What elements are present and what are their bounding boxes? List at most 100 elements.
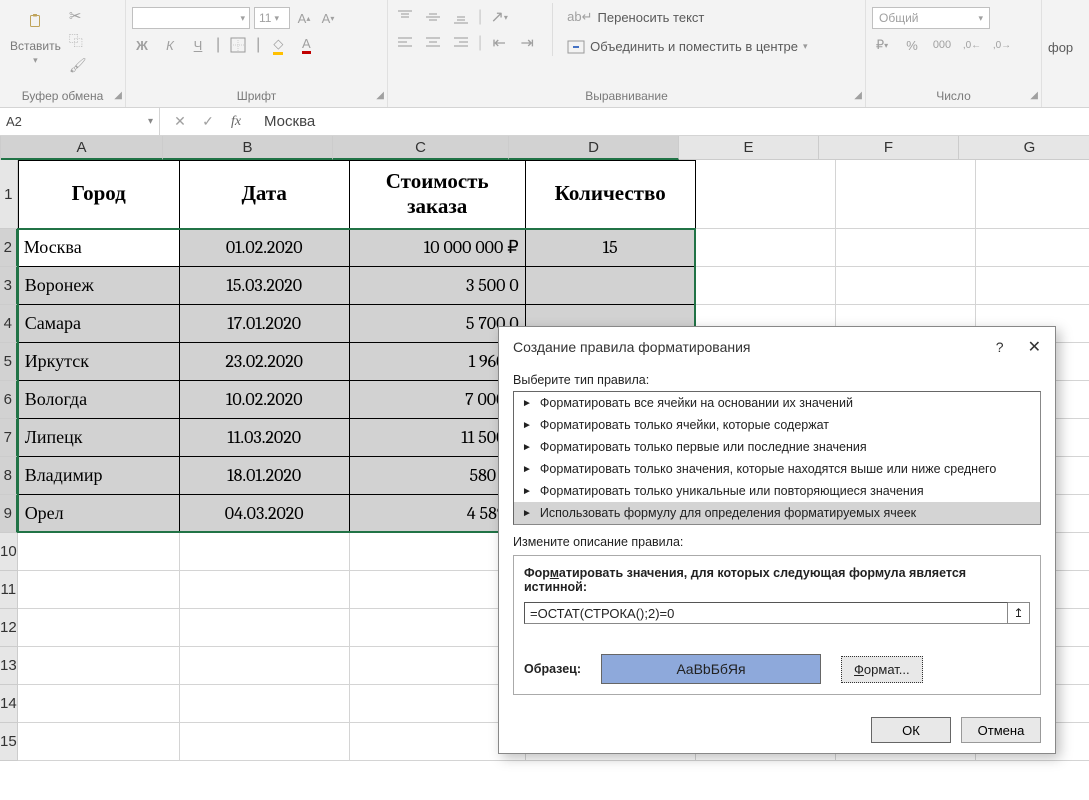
percent-format-icon[interactable]: % <box>902 35 922 55</box>
row-header[interactable]: 5 <box>0 343 18 381</box>
italic-button[interactable]: К <box>160 35 180 55</box>
align-center-icon[interactable] <box>422 33 444 53</box>
help-icon[interactable]: ? <box>996 339 1004 355</box>
cell[interactable]: 11.03.2020 <box>180 419 350 457</box>
cell[interactable] <box>180 609 350 647</box>
cell[interactable]: Липецк <box>18 419 180 457</box>
cell[interactable]: Вологда <box>18 381 180 419</box>
cell[interactable]: 23.02.2020 <box>180 343 350 381</box>
font-launcher-icon[interactable]: ◢ <box>376 90 384 101</box>
align-right-icon[interactable] <box>450 33 472 53</box>
row-header[interactable]: 6 <box>0 381 18 419</box>
cell[interactable] <box>18 685 180 723</box>
cell[interactable] <box>180 571 350 609</box>
cell[interactable]: Количество <box>526 160 696 229</box>
row-header[interactable]: 4 <box>0 305 18 343</box>
font-size-combo[interactable]: 11▾ <box>254 7 290 29</box>
font-name-combo[interactable]: ▾ <box>132 7 250 29</box>
paste-button[interactable]: Вставить ▾ <box>6 3 65 68</box>
cut-icon[interactable]: ✂ <box>69 7 87 25</box>
alignment-launcher-icon[interactable]: ◢ <box>854 90 862 101</box>
align-bottom-icon[interactable] <box>450 7 472 27</box>
cell[interactable] <box>976 267 1089 305</box>
row-header[interactable]: 13 <box>0 647 18 685</box>
format-button[interactable]: Формат... <box>841 656 923 683</box>
cancel-button[interactable]: Отмена <box>961 717 1041 743</box>
cell[interactable]: Воронеж <box>18 267 180 305</box>
decrease-font-icon[interactable]: A▾ <box>318 8 338 28</box>
fx-icon[interactable]: fx <box>222 114 250 130</box>
formula-input-field[interactable]: =ОСТАТ(СТРОКА();2)=0 <box>524 602 1008 624</box>
merge-center-button[interactable]: Объединить и поместить в центре ▾ <box>563 37 811 56</box>
dialog-titlebar[interactable]: Создание правила форматирования ? ✕ <box>499 327 1055 363</box>
cell[interactable] <box>18 723 180 761</box>
rule-type-item[interactable]: ►Форматировать все ячейки на основании и… <box>514 392 1040 414</box>
cell[interactable] <box>526 267 696 305</box>
chevron-down-icon[interactable]: ▾ <box>148 116 153 127</box>
column-header[interactable]: A <box>1 136 163 160</box>
cell[interactable]: 15 <box>526 229 696 267</box>
decrease-indent-icon[interactable]: ⇤ <box>488 33 510 53</box>
cell[interactable] <box>836 229 976 267</box>
font-color-button[interactable]: A <box>296 35 316 55</box>
row-header[interactable]: 9 <box>0 495 18 533</box>
increase-indent-icon[interactable]: ⇥ <box>516 33 538 53</box>
cell[interactable]: 17.01.2020 <box>180 305 350 343</box>
cell[interactable] <box>836 267 976 305</box>
cell[interactable]: 04.03.2020 <box>180 495 350 533</box>
cell[interactable] <box>180 723 350 761</box>
formula-input[interactable]: Москва <box>256 113 1089 130</box>
select-all-corner[interactable] <box>0 136 1 160</box>
row-header[interactable]: 14 <box>0 685 18 723</box>
row-header[interactable]: 2 <box>0 229 18 267</box>
cell[interactable]: Владимир <box>18 457 180 495</box>
column-header[interactable]: E <box>679 136 819 160</box>
cell[interactable]: Дата <box>180 160 350 229</box>
cell[interactable]: Стоимость заказа <box>350 160 526 229</box>
cell[interactable] <box>696 267 836 305</box>
cell[interactable] <box>696 160 836 229</box>
format-painter-icon[interactable]: 🖌 <box>69 57 87 74</box>
row-header[interactable]: 7 <box>0 419 18 457</box>
rule-type-item[interactable]: ►Форматировать только уникальные или пов… <box>514 480 1040 502</box>
align-top-icon[interactable] <box>394 7 416 27</box>
row-header[interactable]: 10 <box>0 533 18 571</box>
cell[interactable]: 3 500 0 <box>350 267 526 305</box>
cell[interactable]: Самара <box>18 305 180 343</box>
cell[interactable] <box>976 229 1089 267</box>
column-header[interactable]: G <box>959 136 1089 160</box>
cancel-formula-icon[interactable]: ✕ <box>166 113 194 130</box>
cell[interactable] <box>18 609 180 647</box>
orientation-icon[interactable]: ↗▾ <box>488 7 510 27</box>
cell[interactable] <box>696 229 836 267</box>
row-header[interactable]: 3 <box>0 267 18 305</box>
cell[interactable]: Город <box>18 160 180 229</box>
rule-type-item[interactable]: ►Форматировать только ячейки, которые со… <box>514 414 1040 436</box>
increase-decimal-icon[interactable]: ,0← <box>962 35 982 55</box>
cell[interactable]: 15.03.2020 <box>180 267 350 305</box>
clipboard-launcher-icon[interactable]: ◢ <box>114 90 122 101</box>
cell[interactable]: 10 000 000 ₽ <box>350 229 526 267</box>
number-format-combo[interactable]: Общий▾ <box>872 7 990 29</box>
close-icon[interactable]: ✕ <box>1028 337 1041 357</box>
cell[interactable] <box>180 647 350 685</box>
cell[interactable] <box>180 685 350 723</box>
cell[interactable] <box>836 160 976 229</box>
decrease-decimal-icon[interactable]: ,0→ <box>992 35 1012 55</box>
cell[interactable] <box>18 533 180 571</box>
align-middle-icon[interactable] <box>422 7 444 27</box>
rule-type-item[interactable]: ►Форматировать только значения, которые … <box>514 458 1040 480</box>
comma-format-icon[interactable]: 000 <box>932 35 952 55</box>
underline-button[interactable]: Ч <box>188 35 208 55</box>
cell[interactable]: 01.02.2020 <box>180 229 350 267</box>
row-header[interactable]: 12 <box>0 609 18 647</box>
ok-button[interactable]: ОК <box>871 717 951 743</box>
cell[interactable] <box>180 533 350 571</box>
align-left-icon[interactable] <box>394 33 416 53</box>
increase-font-icon[interactable]: A▴ <box>294 8 314 28</box>
cell[interactable]: Москва <box>18 229 180 267</box>
row-header[interactable]: 1 <box>0 160 18 229</box>
row-header[interactable]: 11 <box>0 571 18 609</box>
cell[interactable]: 18.01.2020 <box>180 457 350 495</box>
rule-type-item[interactable]: ►Форматировать только первые или последн… <box>514 436 1040 458</box>
